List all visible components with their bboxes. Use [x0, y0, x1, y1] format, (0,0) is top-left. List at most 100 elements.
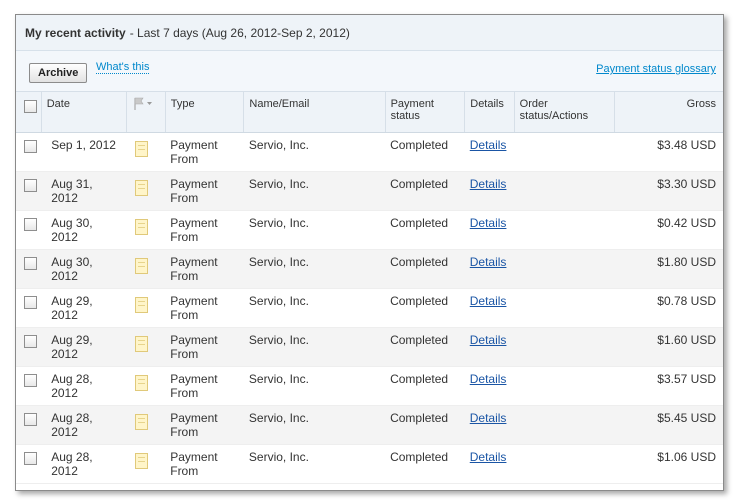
row-name: Servio, Inc.	[243, 327, 386, 367]
details-link[interactable]: Details	[470, 255, 507, 269]
row-checkbox-cell	[16, 405, 42, 445]
payment-status-glossary-link[interactable]: Payment status glossary	[596, 63, 716, 75]
row-checkbox[interactable]	[24, 140, 37, 153]
row-name: Servio, Inc.	[243, 132, 386, 172]
row-type: Payment From	[165, 210, 244, 250]
note-icon[interactable]	[134, 453, 148, 469]
row-type: Payment From	[165, 327, 244, 367]
row-date: Aug 31, 2012	[41, 171, 127, 211]
row-status: Completed	[385, 405, 465, 445]
panel-subtitle: - Last 7 days (Aug 26, 2012-Sep 2, 2012)	[129, 25, 350, 40]
row-checkbox-cell	[16, 132, 42, 172]
row-date: Aug 29, 2012	[41, 288, 127, 328]
row-order-status	[514, 444, 614, 484]
select-all-header	[16, 91, 42, 133]
name-email-column-header[interactable]: Name/Email	[243, 91, 386, 133]
note-icon[interactable]	[134, 180, 148, 196]
recent-activity-panel: My recent activity - Last 7 days (Aug 26…	[15, 14, 724, 491]
flag-column-header[interactable]	[126, 91, 166, 133]
row-checkbox[interactable]	[24, 452, 37, 465]
row-gross: $3.30 USD	[614, 171, 723, 211]
row-date: Aug 28, 2012	[41, 444, 127, 484]
row-name: Servio, Inc.	[243, 171, 386, 211]
type-column-header[interactable]: Type	[165, 91, 245, 133]
details-link[interactable]: Details	[470, 177, 507, 191]
details-column-header: Details	[464, 91, 515, 133]
row-status: Completed	[385, 171, 465, 211]
row-note-cell	[126, 249, 166, 289]
row-checkbox[interactable]	[24, 257, 37, 270]
note-icon[interactable]	[134, 258, 148, 274]
payment-status-column-header[interactable]: Payment status	[385, 91, 466, 133]
flag-icon[interactable]	[132, 97, 154, 111]
row-type: Payment From	[165, 132, 244, 172]
panel-title: My recent activity	[25, 25, 126, 40]
row-note-cell	[126, 132, 166, 172]
row-gross: $5.45 USD	[614, 405, 723, 445]
gross-column-header[interactable]: Gross	[614, 91, 723, 133]
row-order-status	[514, 288, 614, 328]
note-icon[interactable]	[134, 219, 148, 235]
row-checkbox[interactable]	[24, 296, 37, 309]
row-order-status	[514, 327, 614, 367]
row-status: Completed	[385, 249, 465, 289]
row-name: Servio, Inc.	[243, 444, 386, 484]
row-gross: $1.06 USD	[614, 444, 723, 484]
whats-this-link[interactable]: What's this	[96, 61, 150, 74]
row-name: Servio, Inc.	[243, 210, 386, 250]
row-details-cell: Details	[464, 249, 515, 289]
row-details-cell: Details	[464, 288, 515, 328]
details-link[interactable]: Details	[470, 450, 507, 464]
row-checkbox-cell	[16, 171, 42, 211]
row-order-status	[514, 405, 614, 445]
select-all-checkbox[interactable]	[24, 100, 37, 113]
row-checkbox-cell	[16, 327, 42, 367]
row-status: Completed	[385, 210, 465, 250]
order-status-column-header: Order status/Actions	[514, 91, 615, 133]
row-type: Payment From	[165, 405, 244, 445]
note-icon[interactable]	[134, 375, 148, 391]
details-link[interactable]: Details	[470, 294, 507, 308]
row-checkbox-cell	[16, 210, 42, 250]
table-row: Aug 28, 2012 Payment From Servio, Inc. Comp…	[16, 366, 723, 406]
panel-header: My recent activity - Last 7 days (Aug 26…	[16, 15, 723, 51]
row-checkbox[interactable]	[24, 218, 37, 231]
row-details-cell: Details	[464, 132, 515, 172]
row-note-cell	[126, 210, 166, 250]
row-note-cell	[126, 327, 166, 367]
row-checkbox-cell	[16, 288, 42, 328]
table-row: Aug 31, 2012 Payment From Servio, Inc. Comp…	[16, 171, 723, 211]
row-status: Completed	[385, 444, 465, 484]
row-date: Sep 1, 2012	[41, 132, 127, 172]
details-link[interactable]: Details	[470, 138, 507, 152]
row-type: Payment From	[165, 171, 244, 211]
table-header-row: Date Type Name/Email Payment status Deta…	[16, 91, 723, 133]
details-link[interactable]: Details	[470, 333, 507, 347]
table-row: Aug 30, 2012 Payment From Servio, Inc. Comp…	[16, 249, 723, 289]
date-column-header[interactable]: Date	[41, 91, 128, 133]
note-icon[interactable]	[134, 297, 148, 313]
details-link[interactable]: Details	[470, 216, 507, 230]
table-row: Aug 28, 2012 Payment From Servio, Inc. Comp…	[16, 444, 723, 484]
row-note-cell	[126, 288, 166, 328]
row-checkbox[interactable]	[24, 335, 37, 348]
row-status: Completed	[385, 288, 465, 328]
row-checkbox[interactable]	[24, 374, 37, 387]
note-icon[interactable]	[134, 336, 148, 352]
row-checkbox[interactable]	[24, 179, 37, 192]
note-icon[interactable]	[134, 414, 148, 430]
row-checkbox[interactable]	[24, 413, 37, 426]
table-row: Aug 29, 2012 Payment From Servio, Inc. Comp…	[16, 327, 723, 367]
toolbar: Archive What's this Payment status gloss…	[16, 51, 723, 91]
archive-button[interactable]: Archive	[29, 63, 88, 83]
details-link[interactable]: Details	[470, 411, 507, 425]
row-date: Aug 30, 2012	[41, 210, 127, 250]
row-checkbox-cell	[16, 249, 42, 289]
row-status: Completed	[385, 366, 465, 406]
row-type: Payment From	[165, 249, 244, 289]
row-order-status	[514, 171, 614, 211]
note-icon[interactable]	[134, 141, 148, 157]
table-row: Aug 29, 2012 Payment From Servio, Inc. Comp…	[16, 288, 723, 328]
details-link[interactable]: Details	[470, 372, 507, 386]
row-checkbox-cell	[16, 444, 42, 484]
